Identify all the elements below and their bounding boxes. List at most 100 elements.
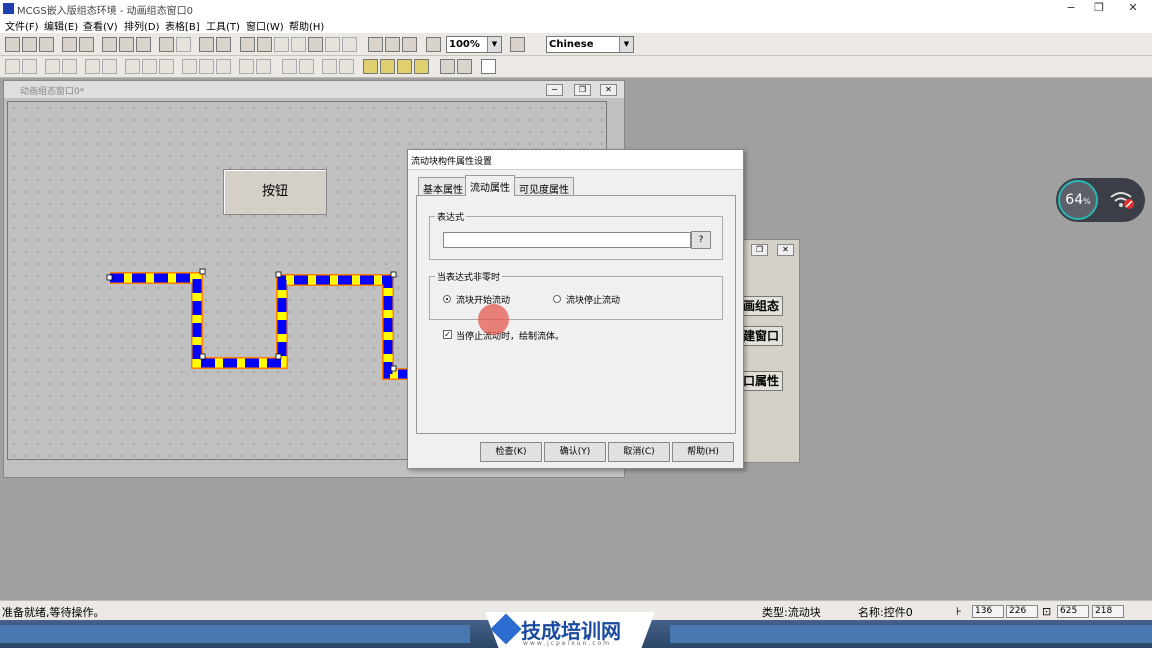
same-size-icon[interactable]	[216, 59, 231, 74]
expression-input[interactable]	[443, 232, 691, 248]
network-speed-widget[interactable]: 64%	[1056, 178, 1145, 222]
flip-v-icon[interactable]	[256, 59, 271, 74]
workbench-maximize-button[interactable]: ❐	[751, 244, 768, 256]
menu-window[interactable]: 窗口(W)	[246, 18, 284, 33]
help-cursor-icon[interactable]	[426, 37, 441, 52]
close-button[interactable]: ✕	[1118, 1, 1148, 16]
flip-h-icon[interactable]	[239, 59, 254, 74]
align-top-icon[interactable]	[45, 59, 60, 74]
same-height-icon[interactable]	[85, 59, 100, 74]
line-style-icon[interactable]	[308, 37, 323, 52]
position-icon: ⊦	[956, 605, 962, 618]
size-icon: ⊡	[1042, 605, 1052, 618]
rotate-left-icon[interactable]	[282, 59, 297, 74]
open-icon[interactable]	[22, 37, 37, 52]
banner-stripe-right	[670, 625, 1152, 643]
font-icon[interactable]	[274, 37, 289, 52]
menu-table[interactable]: 表格[B]	[165, 18, 200, 33]
flow-block-properties-dialog: 流动块构件属性设置 基本属性 流动属性 可见度属性 表达式 ? 当表达式非零时 …	[407, 149, 744, 469]
dialog-caption: 流动块构件属性设置	[408, 150, 743, 170]
selection-handle	[390, 365, 397, 372]
selection-handle	[199, 353, 206, 360]
language-icon[interactable]	[510, 37, 525, 52]
space-v-icon[interactable]	[199, 59, 214, 74]
maximize-button[interactable]: ❐	[1084, 1, 1114, 16]
radio-start-flow[interactable]	[443, 295, 451, 303]
save-icon[interactable]	[39, 37, 54, 52]
text-icon[interactable]	[291, 37, 306, 52]
redo-icon[interactable]	[176, 37, 191, 52]
center-v-icon[interactable]	[142, 59, 157, 74]
selection-handle	[275, 271, 282, 278]
selection-handle	[199, 268, 206, 275]
confirm-button[interactable]: 确认(Y)	[544, 442, 606, 462]
rotate-right-icon[interactable]	[299, 59, 314, 74]
new-icon[interactable]	[5, 37, 20, 52]
radio-start-flow-label: 流块开始流动	[456, 296, 511, 306]
ungroup-icon[interactable]	[339, 59, 354, 74]
space-h-icon[interactable]	[182, 59, 197, 74]
forward-icon[interactable]	[397, 59, 412, 74]
child-minimize-button[interactable]: −	[546, 84, 563, 96]
print-preview-icon[interactable]	[79, 37, 94, 52]
center-icon[interactable]	[159, 59, 174, 74]
menu-file[interactable]: 文件(F)	[5, 18, 39, 33]
cut-icon[interactable]	[102, 37, 117, 52]
send-back-icon[interactable]	[380, 59, 395, 74]
minimize-button[interactable]: −	[1056, 1, 1086, 16]
menu-arrange[interactable]: 排列(D)	[124, 18, 160, 33]
window-icon[interactable]	[402, 37, 417, 52]
wifi-off-icon	[1108, 188, 1136, 210]
tools-icon[interactable]	[199, 37, 214, 52]
center-h-icon[interactable]	[125, 59, 140, 74]
undo-icon[interactable]	[159, 37, 174, 52]
properties-icon[interactable]	[368, 37, 383, 52]
frame-icon[interactable]	[216, 37, 231, 52]
animation-window-title: 动画组态窗口0*	[20, 87, 85, 97]
grid-icon[interactable]	[342, 37, 357, 52]
print-icon[interactable]	[62, 37, 77, 52]
radio-stop-flow-label: 流块停止流动	[566, 296, 621, 306]
tab-flow[interactable]: 流动属性	[465, 175, 515, 196]
menu-view[interactable]: 查看(V)	[83, 18, 118, 33]
list-icon[interactable]	[325, 37, 340, 52]
radio-stop-flow[interactable]	[553, 295, 561, 303]
cancel-button[interactable]: 取消(C)	[608, 442, 670, 462]
help-button[interactable]: 帮助(H)	[672, 442, 734, 462]
bring-front-icon[interactable]	[363, 59, 378, 74]
language-select[interactable]: Chinese ▼	[546, 36, 634, 53]
paste-icon[interactable]	[136, 37, 151, 52]
menu-help[interactable]: 帮助(H)	[289, 18, 324, 33]
menu-edit[interactable]: 编辑(E)	[44, 18, 78, 33]
same-width-icon[interactable]	[102, 59, 117, 74]
copy-icon[interactable]	[119, 37, 134, 52]
expression-browse-button[interactable]: ?	[691, 231, 711, 249]
menu-tools[interactable]: 工具(T)	[206, 18, 240, 33]
lock-icon[interactable]	[440, 59, 455, 74]
group-icon[interactable]	[322, 59, 337, 74]
selection-handle	[106, 274, 113, 281]
flow-pipe-dash	[110, 273, 408, 379]
tab-panel-flow: 表达式 ? 当表达式非零时 流块开始流动 流块停止流动 ✓ 当停止流动时，绘制流…	[416, 195, 736, 434]
draw-fluid-checkbox[interactable]: ✓	[443, 330, 452, 339]
zoom-select[interactable]: 100% ▼	[446, 36, 502, 53]
style-icon[interactable]	[257, 37, 272, 52]
dots-grid-icon[interactable]	[481, 59, 496, 74]
status-y: 226	[1006, 605, 1038, 618]
chevron-down-icon: ▼	[619, 37, 633, 52]
child-maximize-button[interactable]: ❐	[574, 84, 591, 96]
align-bottom-icon[interactable]	[62, 59, 77, 74]
tab-basic[interactable]: 基本属性	[418, 177, 468, 196]
workbench-close-button[interactable]: ✕	[777, 244, 794, 256]
brand-url: www.jcpeixun.com	[523, 640, 612, 647]
check-icon[interactable]	[385, 37, 400, 52]
align-left-icon[interactable]	[5, 59, 20, 74]
edit-icon[interactable]	[240, 37, 255, 52]
child-close-button[interactable]: ✕	[600, 84, 617, 96]
check-button[interactable]: 检查(K)	[480, 442, 542, 462]
main-toolbar: 100% ▼ Chinese ▼	[0, 33, 1152, 56]
tab-visibility[interactable]: 可见度属性	[514, 177, 574, 196]
paint-icon[interactable]	[457, 59, 472, 74]
backward-icon[interactable]	[414, 59, 429, 74]
align-right-icon[interactable]	[22, 59, 37, 74]
